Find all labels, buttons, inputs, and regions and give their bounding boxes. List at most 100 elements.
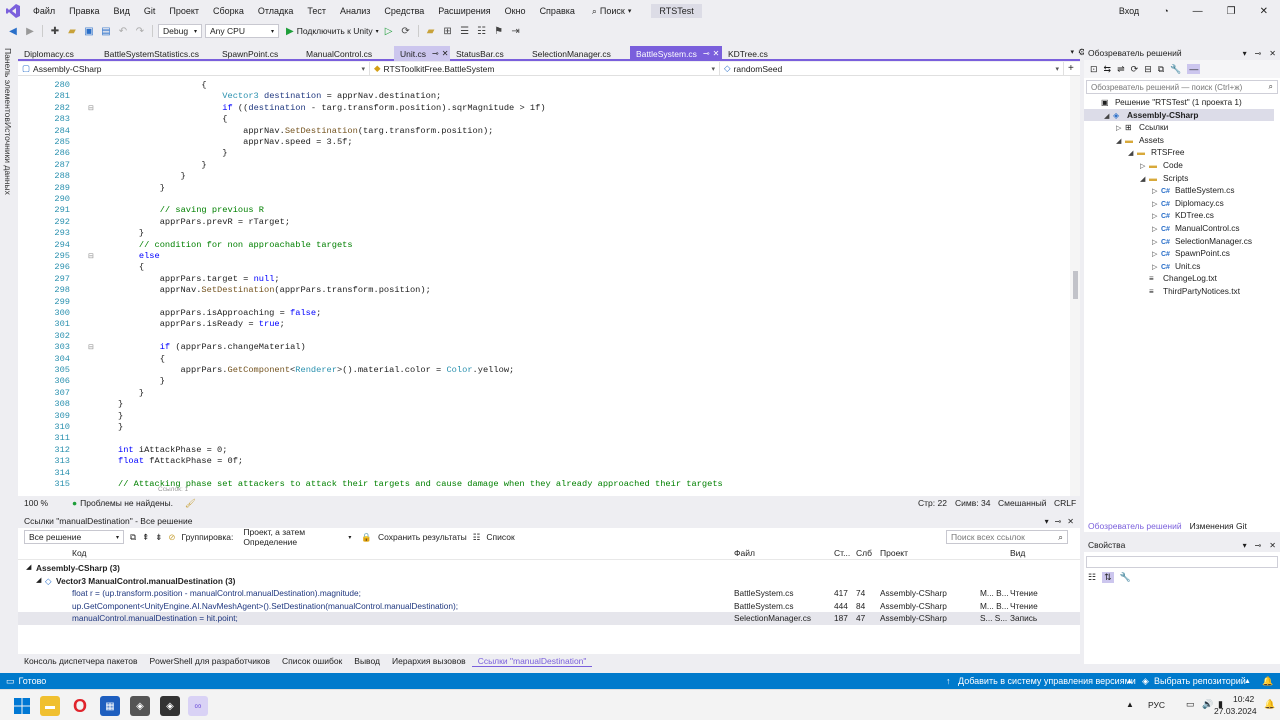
back-icon[interactable]: ◀ bbox=[6, 24, 20, 38]
solution-tree-item[interactable]: ▷ ▬ Code bbox=[1140, 159, 1183, 172]
zoom-level[interactable]: 100 % bbox=[24, 498, 64, 508]
tab-solution-explorer[interactable]: Обозреватель решений bbox=[1084, 521, 1186, 533]
split-editor-icon[interactable]: + bbox=[1068, 63, 1074, 74]
notification-bell-icon[interactable]: 🔔 bbox=[1264, 699, 1275, 710]
tab-selectionmanager[interactable]: SelectionManager.cs bbox=[526, 46, 630, 61]
property-pages-icon[interactable]: 🔧 bbox=[1120, 572, 1131, 583]
undo-icon[interactable]: ↶ bbox=[116, 24, 130, 38]
menu-git[interactable]: Git bbox=[137, 0, 163, 22]
restore-icon[interactable]: ❐ bbox=[1215, 6, 1248, 17]
bookmark-icon[interactable]: ⚑ bbox=[492, 24, 506, 38]
chevron-down-icon[interactable]: ▾ bbox=[1045, 517, 1049, 526]
notifications-icon[interactable]: 🔔 bbox=[1262, 676, 1273, 687]
prev-location-icon[interactable]: ⇞ bbox=[142, 532, 149, 543]
line-indicator[interactable]: Стр: 22 bbox=[918, 498, 947, 508]
menu-project[interactable]: Проект bbox=[162, 0, 206, 22]
save-all-icon[interactable]: ▤ bbox=[99, 24, 113, 38]
tab-unit[interactable]: Unit.cs ⊸ ✕ bbox=[394, 46, 450, 61]
visual-studio-taskbar-icon[interactable]: ∞ bbox=[188, 696, 208, 716]
brush-icon[interactable]: 🖌 bbox=[185, 498, 196, 509]
grouping-select[interactable]: Проект, а затем Определение ▾ bbox=[239, 527, 356, 547]
minimize-icon[interactable]: — bbox=[1181, 6, 1215, 17]
menu-file[interactable]: Файл bbox=[26, 0, 62, 22]
eol-indicator[interactable]: CRLF bbox=[1054, 498, 1076, 508]
code-editor[interactable]: 280 {281 Vector3 destination = apprNav.d… bbox=[18, 76, 1080, 496]
solution-tree-item[interactable]: ▷ C# ManualControl.cs bbox=[1152, 222, 1240, 235]
menu-test[interactable]: Тест bbox=[300, 0, 333, 22]
unity-hub-icon[interactable]: ◈ bbox=[130, 696, 150, 716]
select-repository[interactable]: Выбрать репозиторий bbox=[1154, 676, 1246, 686]
chevron-down-icon[interactable]: ▾ bbox=[1243, 541, 1247, 550]
tab-battlesystemstatistics[interactable]: BattleSystemStatistics.cs bbox=[98, 46, 216, 61]
column-kind[interactable]: Вид bbox=[1010, 548, 1025, 558]
properties-wrench-icon[interactable]: 🔧 bbox=[1170, 64, 1181, 75]
fold-collapse-icon[interactable]: ⊟ bbox=[88, 342, 94, 353]
expand-icon[interactable]: ◢ bbox=[36, 575, 41, 588]
solution-tree-item[interactable]: ≡ ThirdPartyNotices.txt bbox=[1140, 285, 1240, 298]
configuration-select[interactable]: Debug ▾ bbox=[158, 24, 202, 38]
run-without-debug-icon[interactable]: ▷ bbox=[382, 24, 396, 38]
account-icon[interactable]: ◔ bbox=[1151, 6, 1180, 16]
clock-time[interactable]: 10:42 bbox=[1233, 694, 1254, 704]
show-all-files-icon[interactable]: ⧉ bbox=[1158, 64, 1164, 75]
pin-icon[interactable]: ⊸ bbox=[1255, 49, 1262, 58]
hot-reload-icon[interactable]: ⟳ bbox=[399, 24, 413, 38]
line-endings-mixed[interactable]: Смешанный bbox=[998, 498, 1047, 508]
tab-kdtree[interactable]: KDTree.cs bbox=[722, 46, 782, 61]
forward-icon[interactable]: ▶ bbox=[23, 24, 37, 38]
expanded-arrow-icon[interactable]: ◢ bbox=[1104, 111, 1113, 124]
collapse-all-icon[interactable]: ⊟ bbox=[1144, 64, 1152, 75]
chevron-down-icon[interactable]: ▾ bbox=[1243, 49, 1247, 58]
signin-link[interactable]: Вход bbox=[1107, 6, 1151, 16]
keyboard-language[interactable]: РУС bbox=[1148, 700, 1165, 710]
tab-diplomacy[interactable]: Diplomacy.cs bbox=[18, 46, 98, 61]
close-icon[interactable]: ✕ bbox=[1067, 517, 1074, 526]
new-item-icon[interactable]: ✚ bbox=[48, 24, 62, 38]
close-icon[interactable]: ✕ bbox=[442, 49, 449, 58]
list-view-button[interactable]: Список bbox=[486, 532, 514, 542]
tab-output[interactable]: Вывод bbox=[348, 656, 386, 666]
group-definition-row[interactable]: ◢ ◇ Vector3 ManualControl.manualDestinat… bbox=[18, 575, 1080, 588]
next-location-icon[interactable]: ⇟ bbox=[155, 532, 162, 543]
categorized-icon[interactable]: ☷ bbox=[1088, 572, 1096, 583]
open-folder-icon[interactable]: ▰ bbox=[65, 24, 79, 38]
volume-icon[interactable]: 🔊 bbox=[1202, 699, 1213, 710]
menu-window[interactable]: Окно bbox=[498, 0, 533, 22]
fold-collapse-icon[interactable]: ⊟ bbox=[88, 103, 94, 114]
save-icon[interactable]: ▣ bbox=[82, 24, 96, 38]
column-project[interactable]: Проект bbox=[880, 548, 908, 558]
pin-icon[interactable]: ⊸ bbox=[1255, 541, 1262, 550]
datasources-tab[interactable]: Источники данных bbox=[3, 122, 13, 195]
windows-store-icon[interactable]: ▦ bbox=[100, 696, 120, 716]
tab-spawnpoint[interactable]: SpawnPoint.cs bbox=[216, 46, 300, 61]
tab-overflow-chevron-icon[interactable]: ▾ bbox=[1070, 48, 1074, 56]
toolbox-tab[interactable]: Панель элементов bbox=[3, 48, 13, 122]
member-dropdown[interactable]: ◇ randomSeed ▾ bbox=[720, 61, 1064, 76]
solution-tree-item[interactable]: ◢ ▬ Assets bbox=[1116, 134, 1164, 147]
browse-icon[interactable]: ▰ bbox=[424, 24, 438, 38]
comment-icon[interactable]: ☰ bbox=[458, 24, 472, 38]
pin-icon[interactable]: ⊸ bbox=[703, 49, 710, 58]
tab-battlesystem[interactable]: BattleSystem.cs ⊸ ✕ bbox=[630, 46, 722, 61]
pending-changes-filter-icon[interactable]: ⇌ bbox=[1117, 64, 1125, 75]
properties-object-select[interactable] bbox=[1086, 556, 1278, 568]
menu-view[interactable]: Вид bbox=[107, 0, 137, 22]
references-search-input[interactable]: Поиск всех ссылок ⌕ bbox=[946, 530, 1068, 544]
solution-tree-item[interactable]: ▷ ⊞ Ссылки bbox=[1116, 121, 1168, 134]
solution-tree-item[interactable]: ▣ Решение "RTSTest" (1 проекта 1) bbox=[1092, 96, 1242, 109]
solution-tree-item[interactable]: ▷ C# Diplomacy.cs bbox=[1152, 197, 1224, 210]
editor-vertical-scrollbar[interactable] bbox=[1070, 76, 1080, 496]
switch-views-icon[interactable]: ⊡ bbox=[1090, 64, 1098, 75]
column-file[interactable]: Файл bbox=[734, 548, 755, 558]
copy-icon[interactable]: ⧉ bbox=[130, 532, 136, 543]
column-char[interactable]: Слб bbox=[856, 548, 872, 558]
search-button[interactable]: ⌕ Поиск ▾ bbox=[586, 6, 638, 17]
unity-editor-icon[interactable]: ◈ bbox=[160, 696, 180, 716]
column-code[interactable]: Код bbox=[72, 548, 86, 558]
fold-collapse-icon[interactable]: ⊟ bbox=[88, 251, 94, 262]
alphabetical-icon[interactable]: ⇅ bbox=[1102, 572, 1114, 583]
tray-chevron-up-icon[interactable]: ▲ bbox=[1126, 700, 1134, 709]
solution-tree-item[interactable]: ≡ ChangeLog.txt bbox=[1140, 272, 1217, 285]
windows-start-icon[interactable] bbox=[12, 696, 32, 716]
network-icon[interactable]: ▭ bbox=[1186, 699, 1195, 710]
